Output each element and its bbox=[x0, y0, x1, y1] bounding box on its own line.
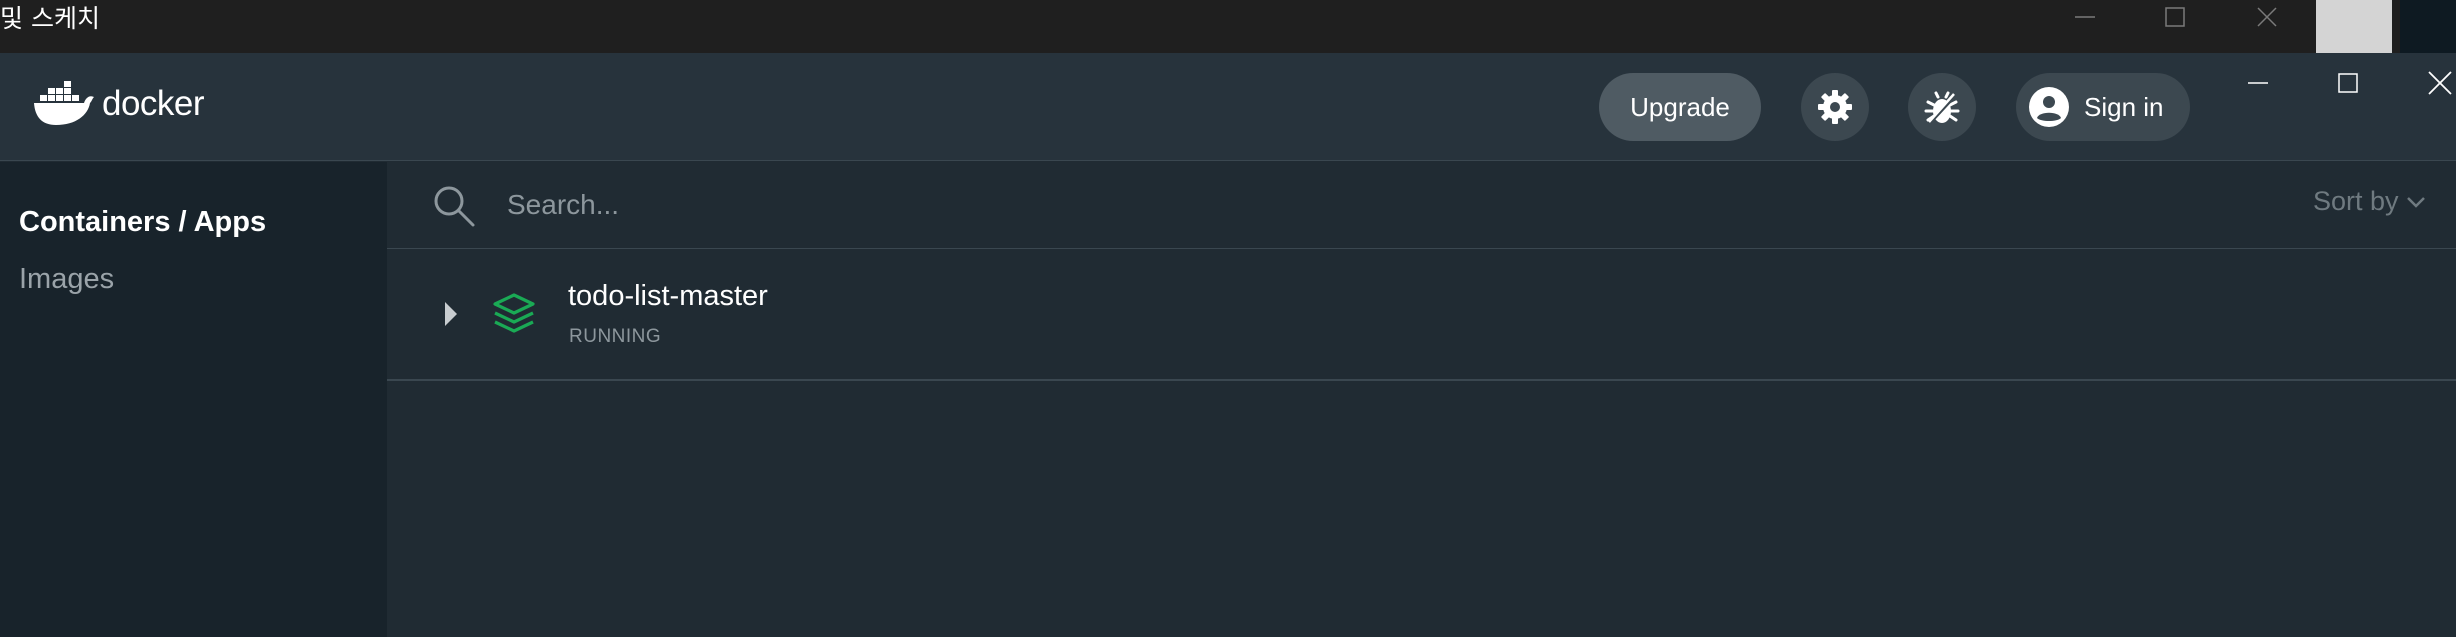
container-row[interactable]: todo-list-master RUNNING bbox=[387, 250, 2456, 381]
chevron-down-icon bbox=[2406, 196, 2425, 208]
minimize-icon bbox=[2248, 82, 2268, 84]
account-icon bbox=[2029, 87, 2069, 127]
app-header: docker Upgrade Sign in bbox=[0, 53, 2456, 161]
docker-desktop-window: docker Upgrade Sign in Containers / Apps… bbox=[0, 53, 2456, 637]
search-bar: Sort by bbox=[387, 162, 2456, 249]
sort-by-label: Sort by bbox=[2313, 186, 2399, 216]
sidebar-item-images[interactable]: Images bbox=[19, 263, 114, 296]
sidebar: Containers / Apps Images bbox=[0, 162, 387, 637]
expand-arrow-icon[interactable] bbox=[443, 300, 459, 328]
upgrade-button[interactable]: Upgrade bbox=[1599, 73, 1761, 141]
sign-in-button[interactable]: Sign in bbox=[2016, 73, 2190, 141]
sidebar-item-containers-apps[interactable]: Containers / Apps bbox=[19, 206, 266, 239]
main-panel: Sort by todo-list-master RUNNING bbox=[387, 162, 2456, 637]
gear-icon bbox=[1818, 90, 1852, 124]
background-maximize-button[interactable] bbox=[2145, 0, 2205, 34]
sign-in-label: Sign in bbox=[2084, 91, 2164, 122]
troubleshoot-button[interactable] bbox=[1908, 73, 1976, 141]
bug-icon bbox=[1924, 91, 1960, 124]
maximize-button[interactable] bbox=[2318, 53, 2378, 113]
background-thumbnail bbox=[2316, 0, 2392, 53]
sort-by-dropdown[interactable]: Sort by bbox=[2313, 186, 2427, 217]
close-icon bbox=[2428, 71, 2452, 95]
minimize-icon bbox=[2075, 16, 2095, 18]
maximize-icon bbox=[2338, 73, 2358, 93]
logo-text: docker bbox=[102, 84, 205, 123]
docker-logo: docker bbox=[32, 81, 205, 127]
background-window-title: 및 스케치 bbox=[0, 4, 100, 33]
docker-whale-icon bbox=[34, 81, 94, 125]
search-icon bbox=[434, 186, 475, 227]
close-button[interactable] bbox=[2410, 53, 2456, 113]
container-name: todo-list-master bbox=[568, 280, 768, 312]
maximize-icon bbox=[2165, 7, 2185, 27]
background-close-button[interactable] bbox=[2237, 0, 2297, 34]
stack-icon bbox=[493, 293, 535, 333]
search-input[interactable] bbox=[505, 180, 1605, 230]
container-status: RUNNING bbox=[569, 326, 662, 347]
close-icon bbox=[2257, 7, 2277, 27]
background-edge bbox=[2400, 0, 2456, 53]
background-window-titlebar: 및 스케치 bbox=[0, 0, 2456, 53]
minimize-button[interactable] bbox=[2228, 53, 2288, 113]
background-minimize-button[interactable] bbox=[2055, 0, 2115, 34]
settings-button[interactable] bbox=[1801, 73, 1869, 141]
